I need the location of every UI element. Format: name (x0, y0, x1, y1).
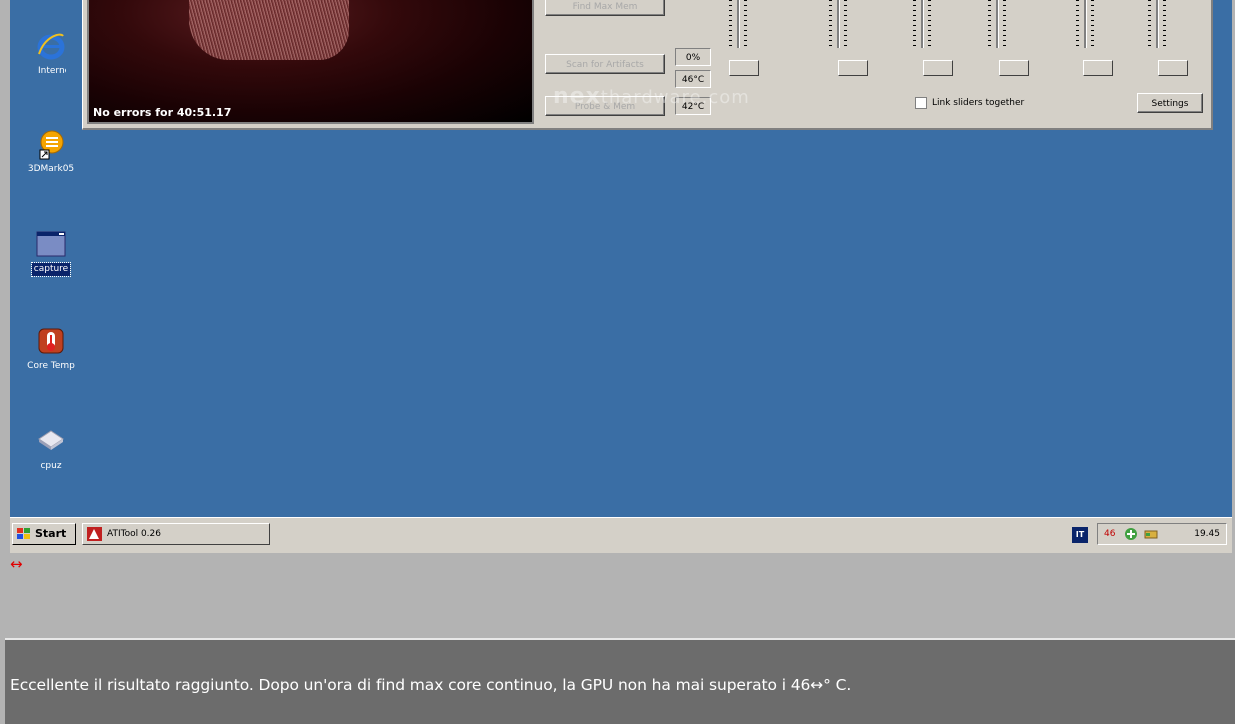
load-readout: 0% (675, 48, 711, 66)
find-max-mem-button[interactable]: Find Max Mem (545, 0, 665, 16)
clock-slider[interactable] (829, 0, 847, 52)
desktop-icon-label: cpuz (40, 461, 62, 471)
slider-step-button[interactable] (1158, 60, 1188, 76)
slider-step-button[interactable] (838, 60, 868, 76)
3dmark-icon (35, 128, 67, 160)
error-status-text: No errors for 40:51.17 (93, 106, 232, 119)
tray-app-icon[interactable]: IT (1072, 527, 1088, 543)
clock-slider[interactable] (913, 0, 931, 52)
desktop-icon-capture[interactable]: capture (10, 228, 92, 277)
scan-artifacts-button[interactable]: Scan for Artifacts (545, 54, 665, 74)
network-icon[interactable] (1124, 527, 1138, 541)
link-sliders-checkbox[interactable]: Link sliders together (915, 97, 1024, 109)
internet-explorer-icon (35, 30, 67, 62)
desktop-icon-label: Core Temp (27, 361, 75, 371)
screenshot: Interne Explore 3DMark05 capture Core Te… (10, 0, 1232, 553)
clock[interactable]: 19.45 (1194, 524, 1220, 544)
watermark-light: thardware.com (600, 87, 750, 108)
start-button[interactable]: Start (12, 523, 76, 545)
tray-temperature[interactable]: 46 (1104, 524, 1115, 544)
desktop: Interne Explore 3DMark05 capture Core Te… (10, 0, 1232, 517)
desktop-icon-3dmark05[interactable]: 3DMark05 (10, 128, 92, 176)
caption-text: Eccellente il risultato raggiunto. Dopo … (5, 640, 1235, 724)
fur-render (189, 0, 349, 60)
taskbar-item-atitool[interactable]: ATITool 0.26 (82, 523, 270, 545)
watermark: nexthardware.com (553, 84, 750, 109)
watermark-bold: nex (553, 84, 601, 109)
atitool-window: No errors for 40:51.17 Find Max Mem Scan… (82, 0, 1213, 130)
clock-slider[interactable] (729, 0, 747, 52)
broken-character-marker: ↔ (10, 555, 23, 573)
desktop-icon-cpuz[interactable]: cpuz (10, 425, 92, 473)
slider-step-button[interactable] (923, 60, 953, 76)
system-tray: 46 19.45 (1097, 523, 1227, 545)
clock-slider[interactable] (1148, 0, 1166, 52)
settings-button[interactable]: Settings (1137, 93, 1203, 113)
desktop-icon-label: Interne Explore (38, 66, 66, 76)
link-sliders-label: Link sliders together (932, 98, 1025, 108)
windows-flag-icon (17, 528, 30, 539)
cpuz-icon (35, 425, 67, 457)
desktop-icon-label: capture (30, 262, 72, 277)
clock-slider[interactable] (988, 0, 1006, 52)
window-icon (35, 228, 67, 260)
desktop-icon-label: 3DMark05 (27, 164, 75, 174)
clock-slider[interactable] (1076, 0, 1094, 52)
checkbox-box[interactable] (915, 97, 927, 109)
desktop-icon-core-temp[interactable]: Core Temp (10, 325, 92, 373)
slider-step-button[interactable] (999, 60, 1029, 76)
desktop-icon-internet-explorer[interactable]: Interne Explore (10, 30, 92, 81)
ati-logo-icon (87, 527, 102, 541)
render-preview: No errors for 40:51.17 (87, 0, 534, 124)
slider-step-button[interactable] (729, 60, 759, 76)
slider-step-button[interactable] (1083, 60, 1113, 76)
taskbar: Start ATITool 0.26 IT 46 19.45 (10, 517, 1232, 553)
taskbar-item-label: ATITool 0.26 (107, 529, 161, 539)
thermometer-icon (35, 325, 67, 357)
start-label: Start (35, 527, 67, 540)
speaker-icon[interactable] (1144, 528, 1158, 540)
